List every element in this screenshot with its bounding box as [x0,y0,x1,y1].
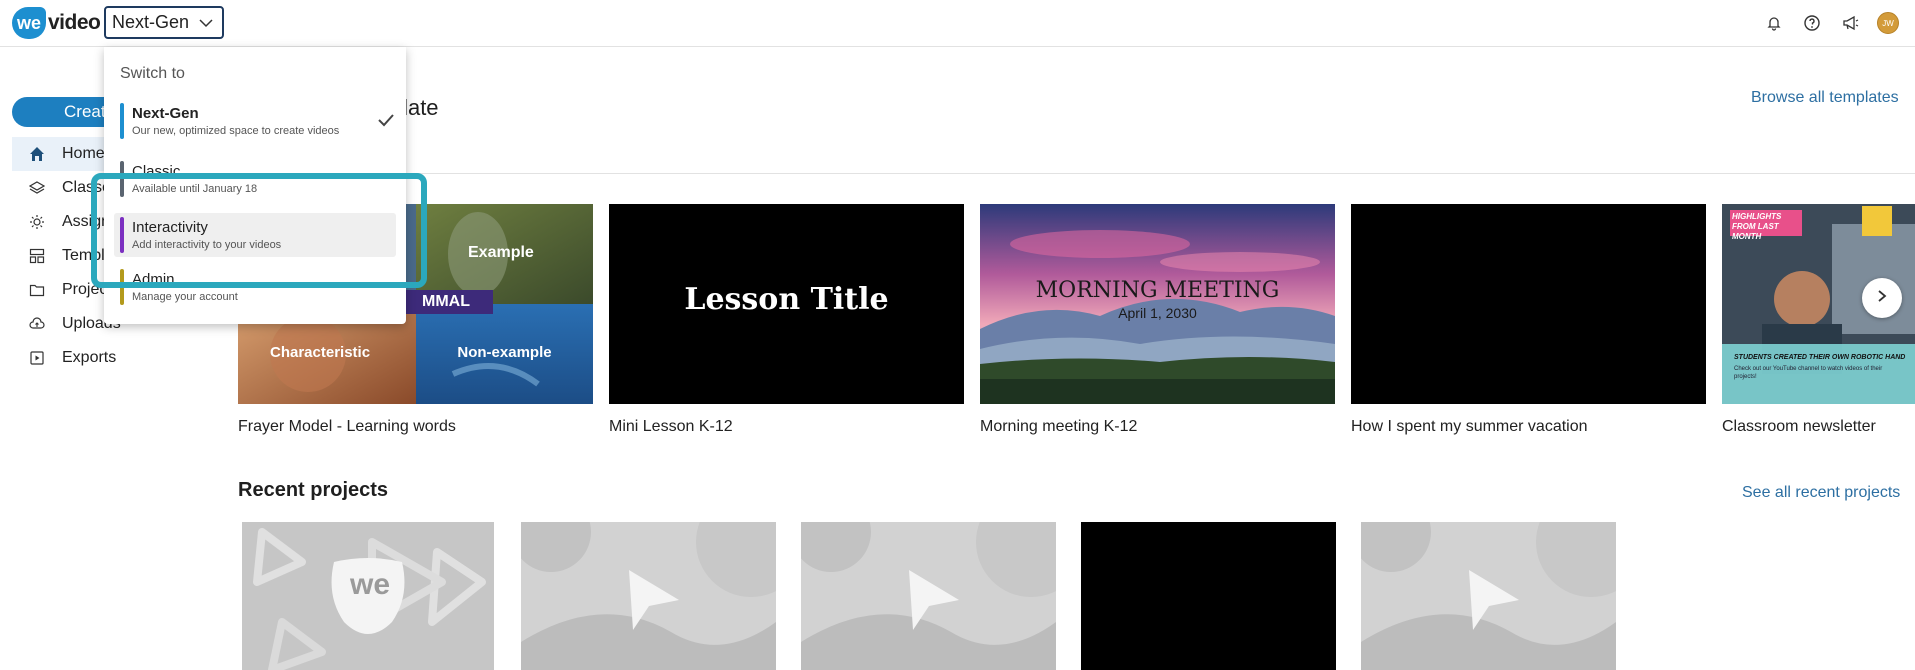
template-label[interactable]: Frayer Model - Learning words [238,418,456,436]
logo-text: video [48,11,101,34]
template-thumb-subtext: April 1, 2030 [1118,305,1197,321]
top-bar: we video Next-Gen JW [0,0,1915,47]
dropdown-item-name: Next-Gen [132,105,199,122]
project-card[interactable] [1081,522,1336,670]
project-card[interactable] [801,522,1056,670]
template-thumb-text: Lesson Title [684,282,889,317]
project-logo-text: we [349,568,391,601]
wevideo-logo[interactable]: we video [12,6,101,40]
layers-icon [28,179,46,197]
home-icon [28,145,46,163]
template-thumb-text: HIGHLIGHTS FROM LAST MONTH [1732,212,1782,241]
template-thumbnail [980,204,1335,404]
template-label[interactable]: Classroom newsletter [1722,418,1876,436]
bell-icon[interactable] [1764,13,1784,33]
chevron-right-icon [1875,289,1889,308]
workspace-label: Next-Gen [112,12,190,32]
recent-projects-title: Recent projects [238,479,389,501]
folder-icon [28,281,46,299]
template-thumb-text: MORNING MEETING [1035,278,1280,303]
dropdown-heading: Switch to [120,65,185,82]
template-label[interactable]: Morning meeting K-12 [980,418,1137,436]
project-thumbnail [1361,522,1616,670]
project-thumbnail [521,522,776,670]
sidebar-item-exports[interactable]: Exports [12,341,226,375]
chevron-down-icon [198,15,214,36]
dropdown-item-next-gen[interactable]: Next-Gen Our new, optimized space to cre… [114,99,396,143]
template-label[interactable]: Mini Lesson K-12 [609,418,733,436]
project-card[interactable] [521,522,776,670]
sidebar-item-label: Exports [62,349,117,366]
sidebar-item-label: Home [62,145,105,162]
project-card[interactable]: we [242,522,494,670]
section-divider [238,173,1915,174]
item-color-bar [120,103,124,139]
template-card-morning-meeting[interactable]: MORNING MEETING April 1, 2030 [980,204,1335,404]
template-thumb-subtext: STUDENTS CREATED THEIR OWN ROBOTIC HAND [1734,354,1906,361]
upload-icon [28,315,46,333]
export-icon [28,349,46,367]
carousel-next-button[interactable] [1862,278,1902,318]
project-thumbnail [801,522,1056,670]
see-all-recent-projects-link[interactable]: See all recent projects [1742,484,1900,502]
browse-all-templates-link[interactable]: Browse all templates [1751,89,1899,107]
template-thumb-text: MMAL [422,293,470,310]
template-card-summer-vacation[interactable] [1351,204,1706,404]
avatar[interactable]: JW [1877,12,1899,34]
help-icon[interactable] [1802,13,1822,33]
grid-icon [28,247,46,265]
template-thumb-text: Example [468,244,534,261]
highlight-box [91,173,427,288]
megaphone-icon[interactable] [1840,13,1860,33]
template-card-mini-lesson[interactable]: Lesson Title [609,204,964,404]
template-label[interactable]: How I spent my summer vacation [1351,418,1588,436]
template-thumb-smalltext: Check out our YouTube channel to watch v… [1734,366,1883,380]
dropdown-item-desc: Manage your account [132,291,238,303]
sun-icon [28,213,46,231]
template-thumb-text: Non-example [457,344,552,361]
project-card[interactable] [1361,522,1616,670]
dropdown-item-desc: Our new, optimized space to create video… [132,125,340,137]
workspace-switcher[interactable]: Next-Gen [104,6,224,39]
template-thumb-text: Characteristic [270,344,371,361]
logo-mark: we [12,7,46,39]
checkmark-icon [378,113,394,132]
